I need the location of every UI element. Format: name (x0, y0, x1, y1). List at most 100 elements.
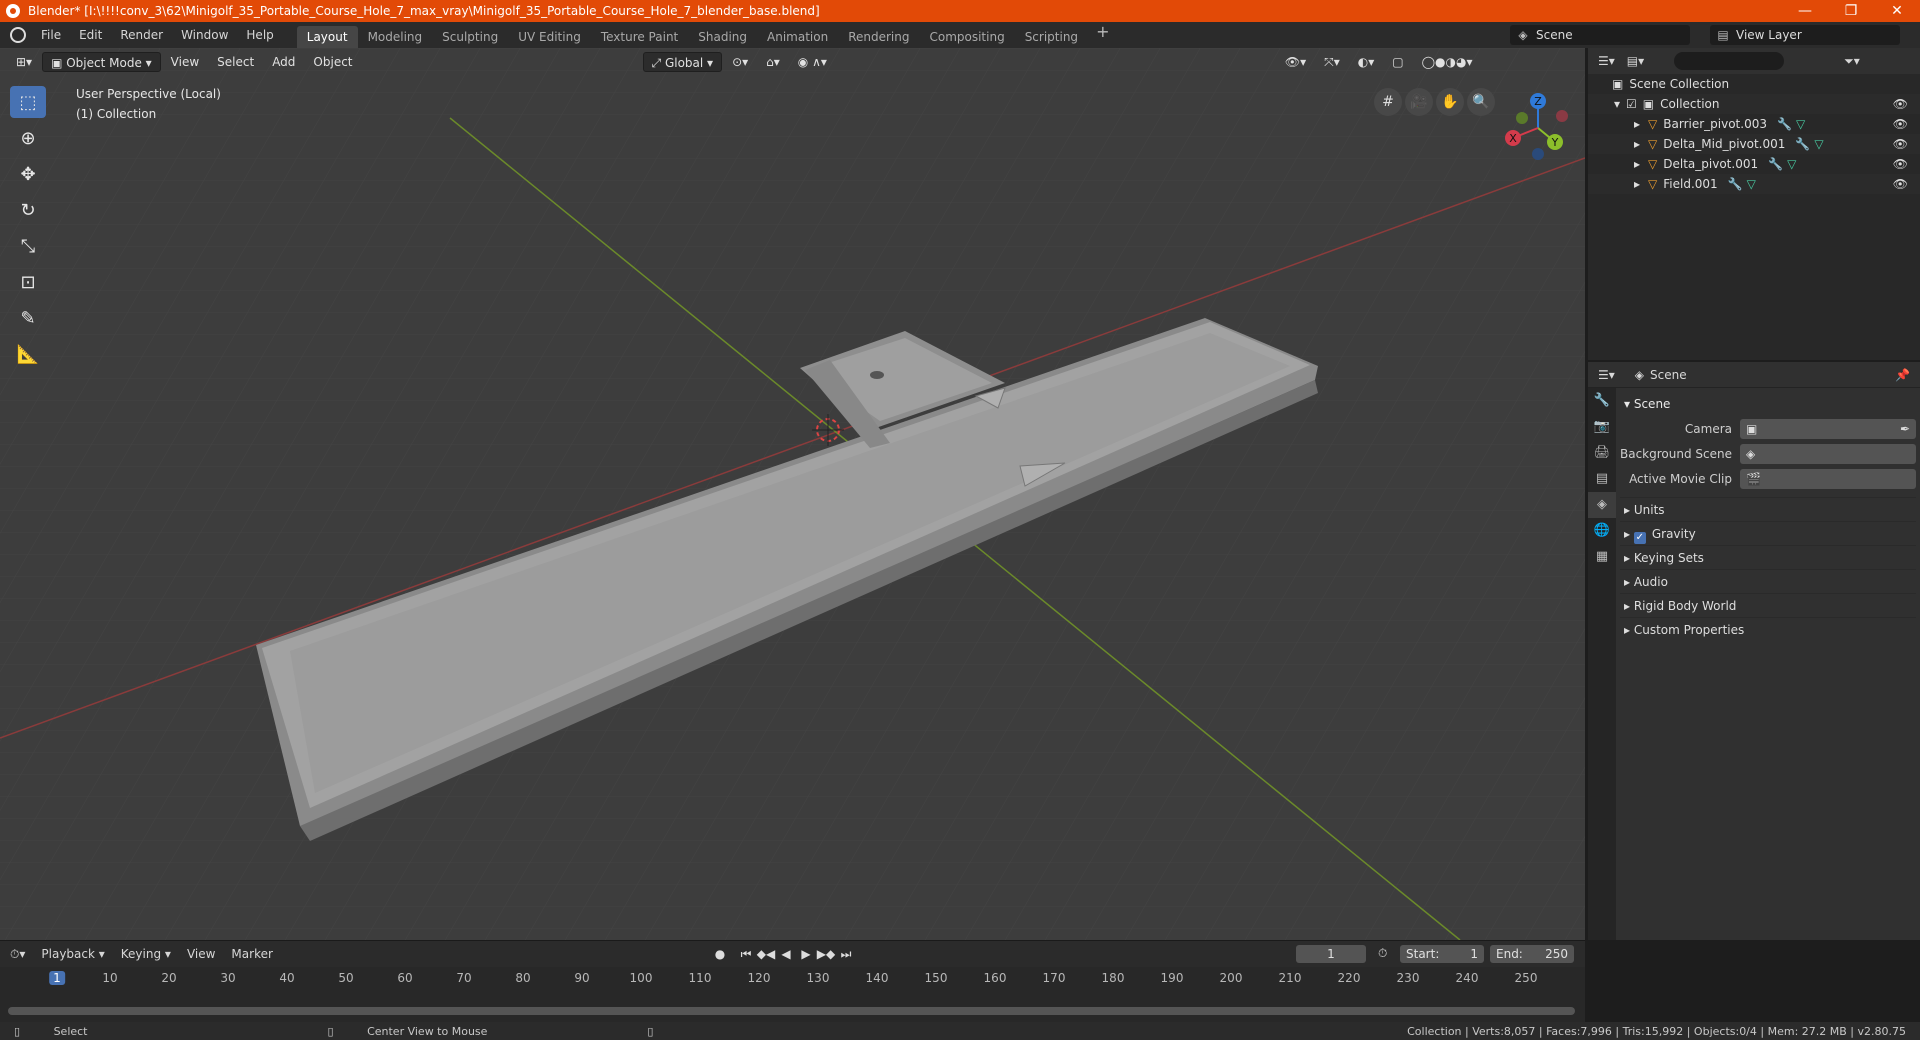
view-layer-tab-icon[interactable]: ▤ (1588, 466, 1616, 492)
expand-arrow-icon[interactable]: ▸ (1634, 177, 1640, 191)
tab-modeling[interactable]: Modeling (358, 26, 433, 48)
keying-sets-panel-header[interactable]: ▸ Keying Sets (1620, 545, 1916, 569)
background-scene-field[interactable]: ◈ (1740, 443, 1916, 464)
scene-tab-icon[interactable]: ◈ (1588, 492, 1616, 518)
tree-row-object[interactable]: ▸ ▽ Field.001 🔧 ▽ 👁 (1588, 174, 1920, 194)
expand-arrow-icon[interactable]: ▸ (1634, 117, 1640, 131)
tree-row-collection[interactable]: ▾ ☑ ▣ Collection 👁 (1588, 94, 1920, 114)
scene-panel-header[interactable]: ▾ Scene (1620, 392, 1916, 416)
expand-arrow-icon[interactable]: ▸ (1634, 137, 1640, 151)
world-tab-icon[interactable]: 🌐 (1588, 518, 1616, 544)
viewport-menu-select[interactable]: Select (209, 52, 262, 72)
timeline-scrollbar[interactable] (8, 1007, 1575, 1015)
prev-keyframe-icon[interactable]: ◆◀ (756, 945, 776, 963)
maximize-button[interactable]: ❐ (1828, 0, 1874, 22)
editor-type-icon[interactable]: ⊞▾ (8, 52, 40, 72)
tree-row-object[interactable]: ▸ ▽ Barrier_pivot.003 🔧 ▽ 👁 (1588, 114, 1920, 134)
ortho-toggle-icon[interactable]: # (1374, 88, 1402, 116)
tab-rendering[interactable]: Rendering (838, 26, 919, 48)
xray-icon[interactable]: ▢ (1384, 52, 1411, 72)
render-tab-icon[interactable]: 📷 (1588, 414, 1616, 440)
display-mode-icon[interactable]: ▤▾ (1627, 54, 1644, 68)
close-button[interactable]: ✕ (1874, 0, 1920, 22)
visibility-eye-icon[interactable]: 👁 (1893, 137, 1908, 151)
next-keyframe-icon[interactable]: ▶◆ (816, 945, 836, 963)
zoom-icon[interactable]: 🔍 (1467, 88, 1495, 116)
tool-tab-icon[interactable]: 🔧 (1588, 388, 1616, 414)
orientation-selector[interactable]: ⤢ Global ▾ (642, 52, 723, 72)
timeline-menu-view[interactable]: View (179, 947, 223, 961)
camera-view-icon[interactable]: 🎥 (1405, 88, 1433, 116)
visibility-eye-icon[interactable]: 👁 (1893, 117, 1908, 131)
timeline-menu-marker[interactable]: Marker (223, 947, 280, 961)
custom-properties-panel-header[interactable]: ▸ Custom Properties (1620, 617, 1916, 641)
texture-tab-icon[interactable]: ▦ (1588, 544, 1616, 570)
timeline-menu-playback[interactable]: Playback ▾ (33, 947, 112, 961)
filter-icon[interactable]: ⏷▾ (1844, 54, 1860, 69)
tab-animation[interactable]: Animation (757, 26, 838, 48)
include-checkbox[interactable]: ☑ (1626, 97, 1637, 111)
tab-scripting[interactable]: Scripting (1015, 26, 1088, 48)
visibility-icon[interactable]: 👁▾ (1277, 52, 1314, 72)
expand-arrow-icon[interactable]: ▸ (1634, 157, 1640, 171)
timeline-menu-keying[interactable]: Keying ▾ (113, 947, 179, 961)
viewport-menu-object[interactable]: Object (305, 52, 360, 72)
gravity-panel-header[interactable]: ▸ ✓ Gravity (1620, 521, 1916, 545)
visibility-eye-icon[interactable]: 👁 (1893, 157, 1908, 171)
visibility-eye-icon[interactable]: 👁 (1893, 97, 1908, 111)
transform-tool-icon[interactable]: ⊡ (10, 266, 46, 298)
camera-field[interactable]: ▣ ✒ (1740, 418, 1916, 439)
tree-row-scene-collection[interactable]: ▣ Scene Collection (1588, 74, 1920, 94)
view-layer-selector[interactable]: ▤ View Layer (1710, 25, 1900, 45)
menu-render[interactable]: Render (111, 22, 172, 48)
cursor-tool-icon[interactable]: ⊕ (10, 122, 46, 154)
minimize-button[interactable]: — (1782, 0, 1828, 22)
current-frame-marker[interactable]: 1 (49, 971, 65, 985)
pin-icon[interactable]: 📌 (1895, 368, 1910, 382)
rotate-tool-icon[interactable]: ↻ (10, 194, 46, 226)
play-reverse-icon[interactable]: ◀ (776, 945, 796, 963)
rigid-body-world-panel-header[interactable]: ▸ Rigid Body World (1620, 593, 1916, 617)
tab-compositing[interactable]: Compositing (919, 26, 1014, 48)
current-frame-field[interactable]: 1 (1296, 945, 1366, 963)
menu-help[interactable]: Help (237, 22, 282, 48)
annotate-tool-icon[interactable]: ✎ (10, 302, 46, 334)
tab-layout[interactable]: Layout (296, 26, 358, 48)
tree-row-object[interactable]: ▸ ▽ Delta_pivot.001 🔧 ▽ 👁 (1588, 154, 1920, 174)
scene-selector[interactable]: ◈ Scene (1510, 25, 1690, 45)
frame-ruler[interactable]: 1 10 20 30 40 50 60 70 80 90 100 110 120… (0, 971, 1585, 989)
proportional-edit-icon[interactable]: ◉ ∧▾ (790, 52, 835, 72)
audio-panel-header[interactable]: ▸ Audio (1620, 569, 1916, 593)
play-icon[interactable]: ▶ (796, 945, 816, 963)
3d-viewport[interactable]: Z Y X ⊞▾ ▣ Object Mode ▾ View Select Add… (0, 48, 1585, 940)
outliner-editor-type-icon[interactable]: ☰▾ (1598, 54, 1615, 68)
eyedropper-icon[interactable]: ✒ (1900, 422, 1910, 436)
snap-icon[interactable]: ⌂▾ (758, 52, 788, 72)
scale-tool-icon[interactable]: ⤡ (10, 230, 46, 262)
tree-row-object[interactable]: ▸ ▽ Delta_Mid_pivot.001 🔧 ▽ 👁 (1588, 134, 1920, 154)
expand-arrow-icon[interactable]: ▾ (1614, 97, 1620, 111)
measure-tool-icon[interactable]: 📐 (10, 338, 46, 370)
units-panel-header[interactable]: ▸ Units (1620, 497, 1916, 521)
viewport-menu-add[interactable]: Add (264, 52, 303, 72)
clock-icon[interactable]: ⏱ (1378, 946, 1387, 961)
record-icon[interactable]: ● (710, 945, 730, 963)
tab-shading[interactable]: Shading (688, 26, 757, 48)
end-frame-field[interactable]: End: 250 (1490, 945, 1574, 963)
jump-end-icon[interactable]: ⏭ (836, 945, 856, 963)
menu-file[interactable]: File (32, 22, 70, 48)
move-tool-icon[interactable]: ✥ (10, 158, 46, 190)
tab-uv-editing[interactable]: UV Editing (508, 26, 591, 48)
outliner-search-input[interactable] (1674, 52, 1785, 70)
select-box-tool-icon[interactable]: ⬚ (10, 86, 46, 118)
visibility-eye-icon[interactable]: 👁 (1893, 177, 1908, 191)
tab-texture-paint[interactable]: Texture Paint (591, 26, 688, 48)
start-frame-field[interactable]: Start: 1 (1400, 945, 1484, 963)
add-workspace-button[interactable]: + (1088, 22, 1117, 48)
pivot-icon[interactable]: ⊙▾ (724, 52, 756, 72)
menu-window[interactable]: Window (172, 22, 237, 48)
viewport-menu-view[interactable]: View (163, 52, 207, 72)
gizmo-toggle-icon[interactable]: ⤧▾ (1316, 52, 1348, 72)
timeline-editor-type-icon[interactable]: ⏱▾ (10, 947, 25, 962)
mode-selector[interactable]: ▣ Object Mode ▾ (42, 52, 161, 72)
